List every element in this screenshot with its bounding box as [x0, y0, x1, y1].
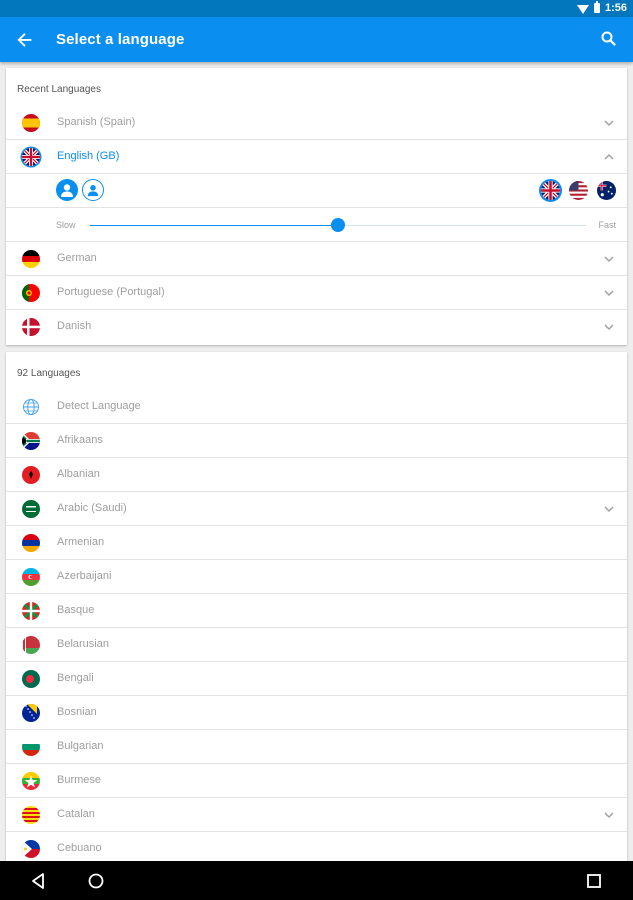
- language-row-burmese[interactable]: Burmese: [6, 763, 627, 797]
- chevron-down-icon[interactable]: [603, 503, 615, 515]
- slow-label: Slow: [56, 220, 76, 230]
- language-label: English (GB): [57, 150, 120, 162]
- language-row-detect[interactable]: Detect Language: [6, 390, 627, 424]
- language-row-portuguese[interactable]: Portuguese (Portugal): [6, 275, 627, 309]
- chevron-down-icon[interactable]: [603, 321, 615, 333]
- saudi-flag-icon: [22, 500, 40, 518]
- nav-recents-icon[interactable]: [583, 870, 605, 892]
- male-voice-button[interactable]: [82, 179, 104, 201]
- language-row-catalan[interactable]: Catalan: [6, 797, 627, 831]
- denmark-flag-icon: [22, 318, 40, 336]
- language-row-belarusian[interactable]: Belarusian: [6, 627, 627, 661]
- recent-languages-heading: Recent Languages: [17, 84, 101, 95]
- app-bar: Select a language: [0, 17, 633, 62]
- uk-flag-icon: [22, 148, 40, 166]
- language-row-bosnian[interactable]: Bosnian: [6, 695, 627, 729]
- fast-label: Fast: [598, 220, 616, 230]
- nav-back-icon[interactable]: [28, 870, 50, 892]
- language-row-basque[interactable]: Basque: [6, 593, 627, 627]
- portugal-flag-icon: [22, 284, 40, 302]
- language-label: Cebuano: [57, 842, 102, 854]
- recent-languages-card: Recent Languages Spanish (Spain) English…: [6, 68, 627, 345]
- language-label: Detect Language: [57, 400, 141, 412]
- wifi-icon: [576, 4, 589, 14]
- language-label: Danish: [57, 320, 92, 332]
- accent-us-flag-icon[interactable]: [569, 181, 588, 200]
- speed-slider-thumb[interactable]: [331, 218, 345, 232]
- battery-icon: [593, 1, 600, 13]
- albania-flag-icon: [22, 466, 40, 484]
- belarus-flag-icon: [22, 636, 40, 654]
- female-voice-button[interactable]: [56, 179, 78, 201]
- language-label: Armenian: [57, 536, 105, 548]
- language-label: German: [57, 252, 97, 264]
- female-voice-icon: [61, 184, 73, 197]
- page-title: Select a language: [56, 31, 185, 48]
- bulgaria-flag-icon: [22, 738, 40, 756]
- bosnia-flag-icon: [22, 704, 40, 722]
- speech-speed-row: Slow Fast: [6, 207, 627, 241]
- language-row-bulgarian[interactable]: Bulgarian: [6, 729, 627, 763]
- azerbaijan-flag-icon: [22, 568, 40, 586]
- language-row-bengali[interactable]: Bengali: [6, 661, 627, 695]
- chevron-down-icon[interactable]: [603, 253, 615, 265]
- language-row-danish[interactable]: Danish: [6, 309, 627, 343]
- spain-flag-icon: [22, 114, 40, 132]
- male-voice-icon: [87, 184, 98, 196]
- language-label: Afrikaans: [57, 434, 103, 446]
- language-label: Portuguese (Portugal): [57, 286, 165, 298]
- language-row-albanian[interactable]: Albanian: [6, 457, 627, 491]
- status-time: 1:56: [604, 2, 627, 14]
- chevron-up-icon[interactable]: [603, 151, 615, 163]
- language-label: Bulgarian: [57, 740, 104, 752]
- chevron-down-icon[interactable]: [603, 287, 615, 299]
- basque-flag-icon: [22, 602, 40, 620]
- language-label: Azerbaijani: [57, 570, 112, 582]
- all-languages-heading: 92 Languages: [17, 368, 81, 379]
- language-label: Basque: [57, 604, 95, 616]
- myanmar-flag-icon: [22, 772, 40, 790]
- language-label: Burmese: [57, 774, 102, 786]
- language-row-azerbaijani[interactable]: Azerbaijani: [6, 559, 627, 593]
- philippines-flag-icon: [22, 840, 40, 858]
- language-row-cebuano[interactable]: Cebuano: [6, 831, 627, 865]
- catalonia-flag-icon: [22, 806, 40, 824]
- language-label: Bosnian: [57, 706, 97, 718]
- armenia-flag-icon: [22, 534, 40, 552]
- language-row-arabic-saudi[interactable]: Arabic (Saudi): [6, 491, 627, 525]
- language-label: Belarusian: [57, 638, 109, 650]
- system-navigation-bar: [0, 861, 633, 900]
- south-africa-flag-icon: [22, 432, 40, 450]
- language-label: Bengali: [57, 672, 94, 684]
- germany-flag-icon: [22, 250, 40, 268]
- language-row-english-gb[interactable]: English (GB): [6, 139, 627, 173]
- nav-home-icon[interactable]: [85, 870, 107, 892]
- speed-slider-fill: [90, 225, 338, 226]
- language-row-german[interactable]: German: [6, 241, 627, 275]
- all-languages-card: 92 Languages Detect Language Afrikaans A…: [6, 352, 627, 872]
- language-row-armenian[interactable]: Armenian: [6, 525, 627, 559]
- accent-au-flag-icon[interactable]: [597, 181, 616, 200]
- bangladesh-flag-icon: [22, 670, 40, 688]
- language-row-spanish[interactable]: Spanish (Spain): [6, 106, 627, 140]
- accent-uk-flag-icon[interactable]: [541, 181, 560, 200]
- language-label: Arabic (Saudi): [57, 502, 127, 514]
- language-label: Spanish (Spain): [57, 116, 136, 128]
- chevron-down-icon[interactable]: [603, 809, 615, 821]
- search-icon[interactable]: [597, 27, 621, 51]
- globe-icon: [23, 399, 39, 415]
- status-bar: 1:56: [0, 0, 633, 17]
- back-arrow-icon[interactable]: [12, 27, 38, 53]
- language-label: Albanian: [57, 468, 100, 480]
- chevron-down-icon[interactable]: [603, 117, 615, 129]
- voice-options-row: [6, 173, 627, 207]
- language-row-afrikaans[interactable]: Afrikaans: [6, 423, 627, 457]
- language-label: Catalan: [57, 808, 95, 820]
